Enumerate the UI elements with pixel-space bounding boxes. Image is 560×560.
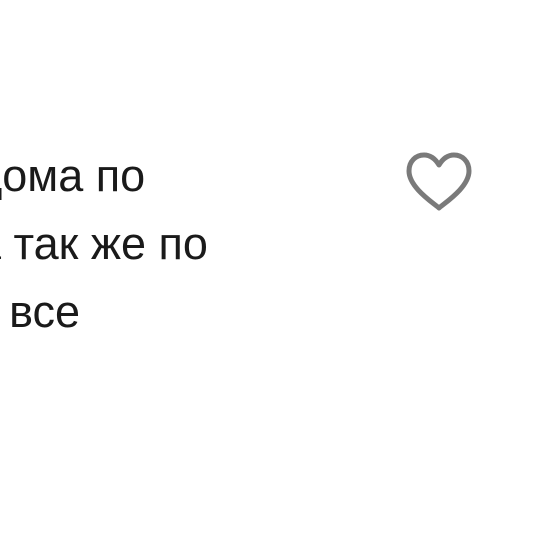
comment-text-line: т все	[0, 286, 81, 337]
comment-text: дома по а так же по т все	[0, 142, 356, 346]
comment-text-line: дома по	[0, 150, 146, 201]
comment-text-line: а так же по	[0, 218, 208, 269]
like-button[interactable]	[404, 150, 474, 214]
heart-outline-icon	[406, 152, 472, 211]
